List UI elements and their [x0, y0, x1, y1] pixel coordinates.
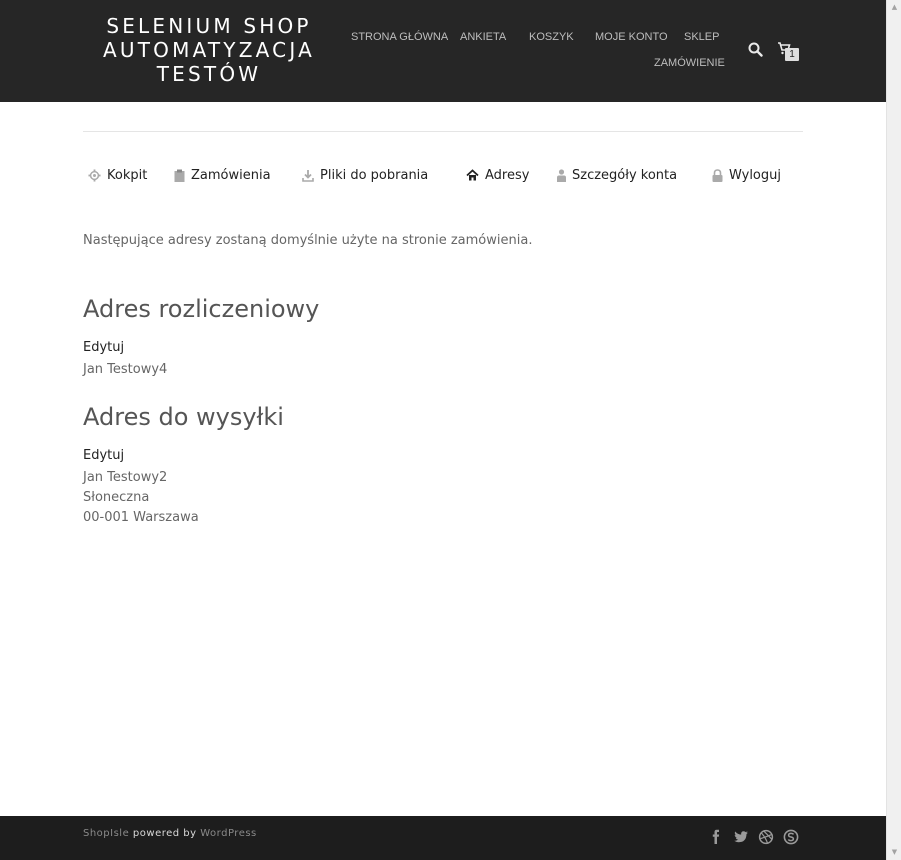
account-nav-label: Pliki do pobrania	[320, 167, 429, 183]
site-title-line: TESTÓW	[156, 62, 262, 86]
account-nav-label: Adresy	[485, 167, 530, 183]
user-icon	[557, 168, 566, 182]
site-title-line: AUTOMATYZACJA	[103, 38, 315, 62]
nav-item-cart[interactable]: KOSZYK	[529, 31, 574, 43]
account-nav-downloads[interactable]: Pliki do pobrania	[302, 166, 428, 184]
divider	[83, 131, 803, 132]
facebook-icon[interactable]	[708, 829, 724, 845]
account-nav-logout[interactable]: Wyloguj	[712, 166, 781, 184]
address-line: 00-001 Warszawa	[83, 510, 199, 525]
home-icon	[466, 169, 479, 181]
site-footer: ShopIsle powered by WordPress	[0, 816, 886, 860]
scroll-down-arrow-icon[interactable]: ▼	[887, 845, 901, 860]
account-nav-label: Szczegóły konta	[572, 167, 678, 183]
cart-count-badge: 1	[785, 48, 799, 61]
edit-billing-address-link[interactable]: Edytuj	[83, 340, 124, 355]
nav-item-shop[interactable]: SKLEP	[684, 31, 719, 43]
edit-shipping-address-link[interactable]: Edytuj	[83, 448, 124, 463]
nav-item-my-account[interactable]: MOJE KONTO	[595, 31, 668, 43]
address-line: Słoneczna	[83, 490, 150, 505]
shipping-address: Jan Testowy2 Słoneczna 00-001 Warszawa	[83, 468, 199, 528]
account-nav-label: Wyloguj	[729, 167, 781, 183]
shopisle-link[interactable]: ShopIsle	[83, 828, 129, 839]
nav-item-home[interactable]: STRONA GŁÓWNA	[351, 31, 448, 43]
site-title[interactable]: SELENIUM SHOP AUTOMATYZACJA TESTÓW	[96, 14, 322, 86]
address-line: Jan Testowy2	[83, 470, 168, 485]
billing-address-title: Adres rozliczeniowy	[83, 295, 320, 323]
lock-icon	[712, 168, 723, 182]
shipping-address-title: Adres do wysyłki	[83, 403, 284, 431]
account-nav-label: Zamówienia	[191, 167, 271, 183]
download-icon	[302, 169, 314, 182]
account-nav-dashboard[interactable]: Kokpit	[88, 166, 147, 184]
page-scrollbar[interactable]: ▲ ▼	[886, 0, 901, 860]
clipboard-icon	[174, 169, 185, 182]
nav-item-checkout[interactable]: ZAMÓWIENIE	[654, 57, 725, 69]
addresses-notice: Następujące adresy zostaną domyślnie uży…	[83, 233, 533, 248]
billing-address: Jan Testowy4	[83, 360, 167, 380]
nav-item-survey[interactable]: ANKIETA	[460, 31, 506, 43]
dribbble-icon[interactable]	[758, 829, 774, 845]
account-nav-addresses[interactable]: Adresy	[466, 166, 529, 184]
footer-credits: ShopIsle powered by WordPress	[83, 828, 257, 839]
wordpress-link[interactable]: WordPress	[200, 828, 257, 839]
powered-by-text: powered by	[129, 828, 201, 839]
account-nav-orders[interactable]: Zamówienia	[174, 166, 271, 184]
account-nav-label: Kokpit	[107, 167, 148, 183]
search-icon[interactable]	[748, 42, 763, 61]
twitter-icon[interactable]	[733, 829, 749, 845]
gear-icon	[88, 168, 101, 182]
skype-icon[interactable]	[783, 829, 799, 845]
account-nav-account-details[interactable]: Szczegóły konta	[557, 166, 677, 184]
site-title-line: SELENIUM SHOP	[106, 14, 312, 38]
scroll-up-arrow-icon[interactable]: ▲	[887, 0, 901, 15]
site-header: SELENIUM SHOP AUTOMATYZACJA TESTÓW STRON…	[0, 0, 886, 102]
address-line: Jan Testowy4	[83, 362, 168, 377]
